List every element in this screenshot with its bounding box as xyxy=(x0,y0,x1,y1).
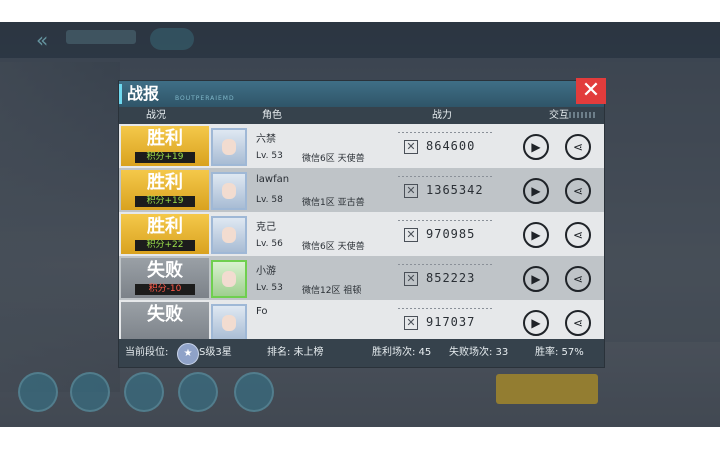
power-value: 970985 xyxy=(426,227,476,241)
power-divider xyxy=(398,132,493,133)
share-button[interactable]: ⋖ xyxy=(565,310,591,336)
avatar-face xyxy=(222,227,236,243)
player-name: 小游 xyxy=(256,266,276,277)
power-value: 864600 xyxy=(426,139,476,153)
close-button[interactable]: ✕ xyxy=(576,78,606,104)
share-button[interactable]: ⋖ xyxy=(565,266,591,292)
result-text: 胜利 xyxy=(147,172,183,193)
avatar-face xyxy=(222,139,236,155)
player-name: 六禁 xyxy=(256,134,276,145)
power-divider xyxy=(398,220,493,221)
title-accent xyxy=(119,84,122,104)
header-decoration xyxy=(569,112,597,118)
player-name: Fo xyxy=(256,306,268,317)
rank-value: S级3星 xyxy=(199,347,232,358)
win-rate: 胜率: 57% xyxy=(535,347,584,358)
replay-button[interactable]: ▶ xyxy=(523,222,549,248)
power-icon: ✕ xyxy=(404,228,418,242)
battle-list[interactable]: 胜利 积分+19 六禁 Lv. 53 微信6区 天使兽 ✕ 864600 ▶ ⋖… xyxy=(119,124,604,339)
avatar-face xyxy=(222,183,236,199)
share-button[interactable]: ⋖ xyxy=(565,178,591,204)
power-icon: ✕ xyxy=(404,272,418,286)
power-value: 1365342 xyxy=(426,183,484,197)
result-badge: 失败 xyxy=(121,302,209,339)
result-badge: 失败 积分-10 xyxy=(121,258,209,298)
avatar xyxy=(211,260,247,298)
avatar xyxy=(211,128,247,166)
power-divider xyxy=(398,264,493,265)
replay-button[interactable]: ▶ xyxy=(523,310,549,336)
score-change: 积分+22 xyxy=(135,240,195,251)
result-text: 胜利 xyxy=(147,216,183,237)
rank-badge-icon: ★ xyxy=(177,343,199,365)
player-level: Lv. 58 xyxy=(256,195,283,205)
avatar xyxy=(211,172,247,210)
loss-count: 失败场次: 33 xyxy=(449,347,509,358)
player-level: Lv. 53 xyxy=(256,283,283,293)
power-icon: ✕ xyxy=(404,140,418,154)
player-server: 微信6区 天使兽 xyxy=(302,154,365,164)
power-icon: ✕ xyxy=(404,184,418,198)
rank-label: 当前段位: xyxy=(125,347,169,358)
battle-row: 失败 Fo ✕ 917037 ▶ ⋖ xyxy=(119,300,604,339)
battle-row: 胜利 积分+22 克己 Lv. 56 微信6区 天使兽 ✕ 970985 ▶ ⋖ xyxy=(119,212,604,256)
result-text: 失败 xyxy=(147,304,183,325)
header-role: 角色 xyxy=(262,110,282,121)
stats-footer: 当前段位: ★ S级3星 排名: 未上榜 胜利场次: 45 失败场次: 33 胜… xyxy=(119,339,604,367)
avatar-face xyxy=(222,315,236,331)
score-change: 积分-10 xyxy=(135,284,195,295)
share-button[interactable]: ⋖ xyxy=(565,134,591,160)
title-bar: 战报 BOUTPERAIEMD xyxy=(119,81,604,107)
player-name: lawfan xyxy=(256,174,290,185)
battle-report-panel: 战报 BOUTPERAIEMD ✕ 战况 角色 战力 交互 胜利 积分+19 六… xyxy=(118,78,606,368)
battle-row: 胜利 积分+19 lawfan Lv. 58 微信1区 亚古兽 ✕ 136534… xyxy=(119,168,604,212)
player-level: Lv. 53 xyxy=(256,151,283,161)
score-change: 积分+19 xyxy=(135,196,195,207)
avatar xyxy=(211,216,247,254)
result-text: 胜利 xyxy=(147,128,183,149)
player-server: 微信6区 天使兽 xyxy=(302,242,365,252)
replay-button[interactable]: ▶ xyxy=(523,178,549,204)
result-badge: 胜利 积分+22 xyxy=(121,214,209,254)
header-power: 战力 xyxy=(432,110,452,121)
score-change: 积分+19 xyxy=(135,152,195,163)
avatar xyxy=(211,304,247,339)
player-server: 微信1区 亚古兽 xyxy=(302,198,365,208)
share-button[interactable]: ⋖ xyxy=(565,222,591,248)
player-level: Lv. 56 xyxy=(256,239,283,249)
panel-subtitle: BOUTPERAIEMD xyxy=(175,95,235,102)
result-badge: 胜利 积分+19 xyxy=(121,170,209,210)
power-divider xyxy=(398,308,493,309)
win-count: 胜利场次: 45 xyxy=(372,347,432,358)
power-icon: ✕ xyxy=(404,316,418,330)
header-interact: 交互 xyxy=(549,110,569,121)
header-result: 战况 xyxy=(146,110,166,121)
panel-title: 战报 xyxy=(127,84,160,103)
avatar-face xyxy=(222,271,236,287)
power-value: 917037 xyxy=(426,315,476,329)
result-badge: 胜利 积分+19 xyxy=(121,126,209,166)
power-divider xyxy=(398,176,493,177)
table-header: 战况 角色 战力 交互 xyxy=(119,107,604,124)
power-value: 852223 xyxy=(426,271,476,285)
player-name: 克己 xyxy=(256,222,276,233)
battle-row: 胜利 积分+19 六禁 Lv. 53 微信6区 天使兽 ✕ 864600 ▶ ⋖ xyxy=(119,124,604,168)
player-server: 微信12区 祖顿 xyxy=(302,286,362,296)
leaderboard-rank: 排名: 未上榜 xyxy=(267,347,324,358)
replay-button[interactable]: ▶ xyxy=(523,134,549,160)
battle-row: 失败 积分-10 小游 Lv. 53 微信12区 祖顿 ✕ 852223 ▶ ⋖ xyxy=(119,256,604,300)
replay-button[interactable]: ▶ xyxy=(523,266,549,292)
result-text: 失败 xyxy=(147,260,183,281)
